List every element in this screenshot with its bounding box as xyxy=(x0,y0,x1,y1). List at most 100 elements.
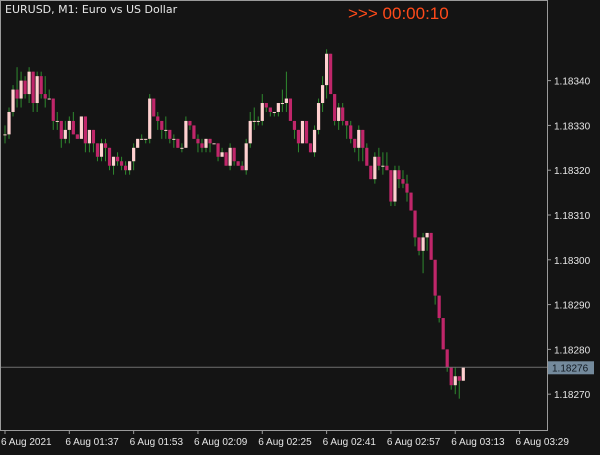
candle xyxy=(136,138,140,148)
candle-body-up xyxy=(180,147,184,149)
candle-body-up xyxy=(136,138,140,148)
candle-body-down xyxy=(192,125,196,139)
candle-body-down xyxy=(429,232,433,260)
candle xyxy=(329,53,333,95)
candle xyxy=(369,165,373,180)
candle-body-down xyxy=(107,147,112,166)
candle-body-up xyxy=(421,237,425,251)
candle-body-up xyxy=(79,116,83,139)
candle-body-down xyxy=(264,103,268,108)
candle-body-down xyxy=(176,138,180,148)
candle-body-up xyxy=(325,53,329,86)
candle-body-up xyxy=(140,138,144,140)
candle xyxy=(389,170,393,207)
candle xyxy=(184,116,188,148)
candle-body-down xyxy=(240,165,244,171)
candle-body-down xyxy=(345,120,349,126)
candle xyxy=(316,98,321,135)
candle xyxy=(393,165,397,207)
candle-body-up xyxy=(393,170,397,202)
candle xyxy=(192,125,196,139)
candle-body-down xyxy=(401,179,405,184)
candle-body-up xyxy=(144,138,148,140)
time-tick-label: 6 Aug 2021 xyxy=(1,437,52,448)
candle-body-up xyxy=(55,120,59,122)
candle-body-down xyxy=(445,349,449,368)
candle-body-down xyxy=(83,116,87,144)
candle-body-down xyxy=(43,94,47,99)
price-tick-label: 1.18310 xyxy=(554,211,591,222)
candle-body-down xyxy=(441,318,445,350)
candle-body-up xyxy=(312,129,317,153)
candle-body-up xyxy=(284,98,288,104)
candle-body-down xyxy=(168,129,172,139)
candle-body-up xyxy=(256,120,260,122)
candle-body-up xyxy=(87,129,92,144)
candle-body-up xyxy=(164,129,168,131)
candle xyxy=(236,161,240,166)
candle-body-down xyxy=(333,94,337,121)
candle-body-up xyxy=(252,120,256,122)
candle xyxy=(373,152,377,184)
time-tick-label: 6 Aug 01:53 xyxy=(130,437,184,448)
candle-body-down xyxy=(304,120,309,144)
current-price-label: 1.18276 xyxy=(552,363,589,374)
current-price-tag: 1.18276 xyxy=(548,361,594,375)
candle xyxy=(212,143,216,145)
candle-body-up xyxy=(111,156,116,166)
candle-body-down xyxy=(417,237,421,251)
candle xyxy=(176,138,180,148)
candle-body-up xyxy=(172,138,176,140)
candle xyxy=(148,94,152,144)
candle-body-down xyxy=(196,138,200,144)
plot-background xyxy=(0,0,600,450)
candle-body-up xyxy=(272,111,276,113)
candle-body-down xyxy=(437,295,441,319)
candle-body-down xyxy=(152,98,156,117)
candle-body-up xyxy=(184,120,188,148)
candle-body-down xyxy=(397,170,401,180)
time-tick-label: 6 Aug 01:37 xyxy=(65,437,119,448)
candle-body-up xyxy=(7,111,11,135)
candle-body-up xyxy=(11,89,15,112)
symbol-header: EURUSD, M1: Euro vs US Dollar xyxy=(5,3,178,16)
candle-body-down xyxy=(51,98,55,121)
price-tick-label: 1.18340 xyxy=(554,77,591,88)
candle-body-down xyxy=(433,259,437,296)
candle-body-up xyxy=(320,85,325,104)
candle-body-up xyxy=(47,98,51,100)
candle-body-down xyxy=(389,170,393,202)
candle-body-up xyxy=(453,376,457,386)
candle-body-down xyxy=(71,120,75,135)
candle-body-down xyxy=(449,367,453,386)
candle-body-down xyxy=(23,80,27,95)
candle-body-up xyxy=(276,103,280,112)
candle xyxy=(461,367,465,381)
price-tick-label: 1.18280 xyxy=(554,345,591,356)
candle-body-down xyxy=(413,210,417,238)
candle-body-up xyxy=(3,134,7,136)
price-tick-label: 1.18290 xyxy=(554,301,591,312)
candle-body-up xyxy=(357,129,361,148)
candle-body-up xyxy=(425,232,429,238)
candlestick-chart[interactable]: 1.18340 1.18330 1.18320 1.18310 1.18300 1.182… xyxy=(0,0,600,450)
candle-body-down xyxy=(160,120,164,130)
candle-body-down xyxy=(124,165,128,171)
candle-body-down xyxy=(224,152,228,166)
candle-body-up xyxy=(132,147,136,162)
candle-body-up xyxy=(244,143,248,171)
time-tick-label: 6 Aug 03:13 xyxy=(451,437,505,448)
candle-body-up xyxy=(260,103,264,121)
time-tick-label: 6 Aug 03:29 xyxy=(516,437,570,448)
price-tick-label: 1.18300 xyxy=(554,256,591,267)
chart-window[interactable]: 1.18340 1.18330 1.18320 1.18310 1.18300 1.182… xyxy=(0,0,600,450)
candle-body-up xyxy=(99,143,104,157)
candle xyxy=(441,318,445,350)
candle-body-up xyxy=(461,367,465,381)
candle-body-down xyxy=(292,120,297,130)
price-tick-label: 1.18270 xyxy=(554,390,591,401)
bar-countdown-timer: >>> 00:00:10 xyxy=(348,4,449,24)
candle xyxy=(152,98,156,117)
candle-body-up xyxy=(63,129,67,139)
candle-body-down xyxy=(156,116,160,121)
